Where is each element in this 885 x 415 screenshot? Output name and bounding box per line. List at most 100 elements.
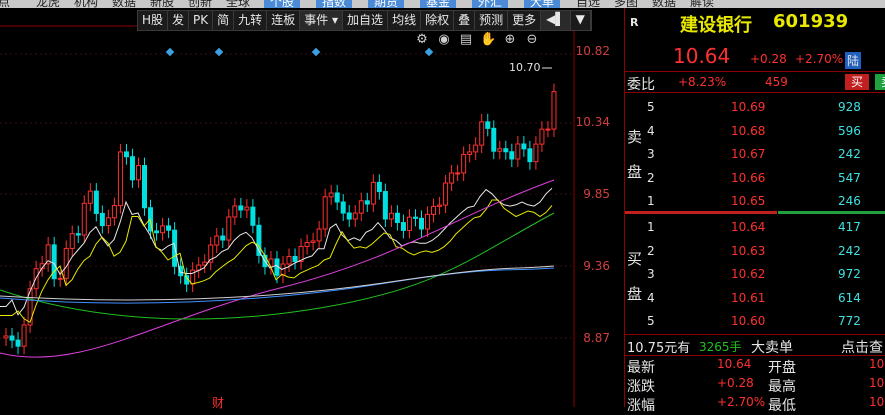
candle-body xyxy=(21,324,27,347)
candle-body xyxy=(15,339,21,347)
top-menu-item[interactable]: 机构 xyxy=(74,0,98,8)
toolbar-button[interactable]: 预测 xyxy=(475,11,509,30)
candle-body xyxy=(412,216,418,219)
top-menu-item[interactable]: 自选 xyxy=(576,0,600,8)
toolbar-button[interactable]: 连板 xyxy=(267,11,301,30)
toolbar-button[interactable]: 事件 ▾ xyxy=(300,11,344,30)
weibi-label: 委比 xyxy=(627,77,655,93)
top-menu-item[interactable]: 点 xyxy=(0,0,10,8)
candle-body xyxy=(316,228,322,242)
toolbar-button[interactable]: 九转 xyxy=(234,11,268,30)
buy-level-price[interactable]: 10.64 xyxy=(731,220,765,234)
settings-icon[interactable]: ⚙ xyxy=(414,32,430,47)
candle-body xyxy=(310,240,316,243)
candle-body xyxy=(346,212,352,220)
candle-body xyxy=(551,91,557,130)
top-menu-item[interactable]: 指数 xyxy=(316,0,353,8)
event-marker-cai[interactable]: 财 xyxy=(212,394,224,411)
sell-button[interactable]: 卖 xyxy=(875,74,885,90)
candle-body xyxy=(497,148,503,152)
toolbar-button[interactable]: 加自选 xyxy=(343,11,389,30)
top-menu-item[interactable]: 解读 xyxy=(690,0,714,8)
top-menu-item[interactable]: 多图 xyxy=(614,0,638,8)
top-menu-item[interactable]: 创新 xyxy=(188,0,212,8)
top-menu-strip: 点 龙虎 机构 数据 新股 创新 全球 个股 指数 期货 基金 外汇 大单 自选 多图 数据 解读 xyxy=(0,0,885,8)
top-menu-item[interactable]: 龙虎 xyxy=(36,0,60,8)
price-axis-label: 9.85 xyxy=(583,187,610,201)
candle-body xyxy=(129,156,135,181)
candle-body xyxy=(394,212,400,224)
toolbar-button[interactable]: 除权 xyxy=(421,11,455,30)
zoom-out-icon[interactable]: ⊖ xyxy=(524,32,540,47)
price-axis-label: 8.87 xyxy=(583,331,610,345)
top-menu-item[interactable]: 外汇 xyxy=(472,0,509,8)
candle-body xyxy=(160,225,166,234)
stat-label: 最新 xyxy=(627,360,655,376)
top-menu-item[interactable]: 全球 xyxy=(226,0,250,8)
buy-level-vol: 242 xyxy=(838,243,861,258)
event-diamond[interactable] xyxy=(311,47,321,57)
event-diamond[interactable] xyxy=(214,47,224,57)
candle-body xyxy=(491,127,497,152)
toolbar-button[interactable]: 发 xyxy=(168,11,190,30)
zoom-in-icon[interactable]: ⊕ xyxy=(502,32,518,47)
candle-body xyxy=(220,235,226,241)
top-menu-item[interactable]: 期货 xyxy=(368,0,405,8)
sell-level-level: 4 xyxy=(647,123,655,138)
sell-level-price[interactable]: 10.69 xyxy=(731,100,765,114)
toolbar-button[interactable]: PK xyxy=(189,11,214,30)
stat-label: 最高 xyxy=(768,379,796,395)
market-badge[interactable]: 陆 xyxy=(845,52,862,69)
toolbar-button[interactable]: ▼ xyxy=(571,11,591,30)
stat-value: 10 xyxy=(869,357,885,371)
candle-body xyxy=(244,206,250,211)
buy-level-price[interactable]: 10.60 xyxy=(731,314,765,328)
event-diamond[interactable] xyxy=(424,47,434,57)
candle-body xyxy=(142,165,147,209)
candle-body xyxy=(400,222,406,231)
toolbar-button[interactable]: 更多 xyxy=(508,11,542,30)
toolbar-button[interactable]: H股 xyxy=(138,11,169,30)
toolbar-button[interactable]: 叠 xyxy=(454,11,476,30)
sell-level-price[interactable]: 10.65 xyxy=(731,194,765,208)
buy-level-price[interactable]: 10.63 xyxy=(731,244,765,258)
sell-level-level: 1 xyxy=(647,194,655,208)
candle-body xyxy=(81,202,87,236)
buy-level-price[interactable]: 10.62 xyxy=(731,267,765,281)
top-menu-item[interactable]: 数据 xyxy=(112,0,136,8)
eye-icon[interactable]: ◉ xyxy=(436,32,452,47)
sell-side-label: 卖 xyxy=(627,128,643,146)
sell-level-price[interactable]: 10.67 xyxy=(731,147,765,161)
hand-icon[interactable]: ✋ xyxy=(480,32,496,47)
top-menu-item[interactable]: 个股 xyxy=(264,0,301,8)
sell-level-vol: 547 xyxy=(838,170,861,185)
toolbar-button[interactable]: 均线 xyxy=(388,11,422,30)
price-change-pct: +2.70% xyxy=(795,52,844,66)
candle-body xyxy=(406,216,412,231)
stat-value: 10 xyxy=(869,376,885,390)
candle-body xyxy=(473,144,479,153)
toolbar-button[interactable]: ◀▌ xyxy=(541,11,571,30)
toolbar-button[interactable]: 简 xyxy=(213,11,235,30)
chart-icons: ⚙ ◉ ▤ ✋ ⊕ ⊖ xyxy=(414,32,540,47)
kline-chart-panel[interactable]: H股发 PK 简九转 连板 事件 ▾ 加自选 均线 除权叠预测 更多 ◀▌ ▼ ⚙ ◉ ▤ ✋ ⊕ ⊖ 10.… xyxy=(0,8,624,410)
candle-body xyxy=(340,201,346,214)
big-order-action[interactable]: 点击查 xyxy=(841,337,883,357)
candle-body xyxy=(382,191,388,220)
top-menu-item[interactable]: 数据 xyxy=(652,0,676,8)
sell-level-price[interactable]: 10.68 xyxy=(731,124,765,138)
candle-body xyxy=(87,190,93,204)
top-menu-item[interactable]: 大单 xyxy=(524,0,561,8)
layers-icon[interactable]: ▤ xyxy=(458,32,474,47)
top-menu-item[interactable]: 基金 xyxy=(420,0,457,8)
big-order-label: 大卖单 xyxy=(751,340,793,356)
sell-level-level: 3 xyxy=(647,147,655,161)
event-diamond[interactable] xyxy=(165,47,175,57)
buy-level-vol: 772 xyxy=(838,314,861,328)
top-menu-item[interactable]: 新股 xyxy=(150,0,174,8)
buy-button[interactable]: 买 xyxy=(845,74,870,90)
buy-level-price[interactable]: 10.61 xyxy=(731,291,765,305)
candle-body xyxy=(533,143,539,163)
sell-level-price[interactable]: 10.66 xyxy=(731,171,765,185)
candle-body xyxy=(539,128,545,145)
